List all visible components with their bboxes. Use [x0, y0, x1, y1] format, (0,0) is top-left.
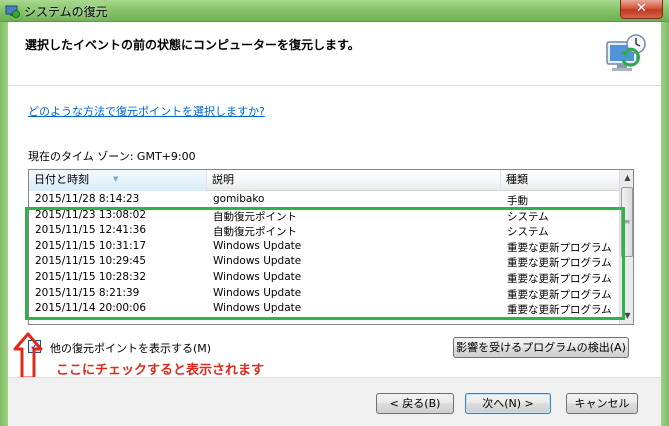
- restore-computer-icon: [606, 34, 646, 71]
- cancel-button[interactable]: キャンセル: [566, 393, 638, 414]
- row-type: 重要な更新プログラム: [507, 257, 612, 270]
- row-type: 重要な更新プログラム: [507, 241, 612, 254]
- window-frame-right: [661, 22, 669, 426]
- row-description: Windows Update: [213, 255, 302, 268]
- show-more-checkbox-label[interactable]: 他の復元ポイントを表示する(M): [50, 340, 211, 356]
- wizard-header: 選択したイベントの前の状態にコンピューターを復元します。: [8, 22, 661, 86]
- row-date: 2015/11/14 20:00:06: [35, 302, 147, 315]
- row-type: 手動: [507, 195, 528, 207]
- next-button[interactable]: 次へ(N) >: [465, 393, 551, 414]
- column-header-description[interactable]: 説明: [207, 170, 501, 191]
- row-date: 2015/11/15 12:41:36: [35, 224, 147, 237]
- column-header-date[interactable]: ▼ 日付と時刻: [29, 170, 207, 191]
- row-type: 重要な更新プログラム: [507, 288, 612, 301]
- detect-affected-programs-button[interactable]: 影響を受けるプログラムの検出(A): [453, 337, 629, 358]
- list-row[interactable]: 2015/11/23 13:08:02 自動復元ポイント システム: [29, 208, 619, 224]
- list-row[interactable]: 2015/11/14 20:00:06 Windows Update 重要な更新…: [29, 301, 619, 317]
- row-type: 重要な更新プログラム: [507, 272, 612, 285]
- annotation-text: ここにチェックすると表示されます: [56, 363, 265, 378]
- timezone-label: 現在のタイム ゾーン: GMT+9:00: [28, 150, 196, 163]
- red-up-arrow-icon: [13, 332, 43, 380]
- wizard-content: どのような方法で復元ポイントを選択しますか? 現在のタイム ゾーン: GMT+9…: [8, 87, 661, 380]
- list-row[interactable]: 2015/11/15 10:29:45 Windows Update 重要な更新…: [29, 254, 619, 270]
- row-description: gomibako: [213, 193, 265, 205]
- window-frame-left: [0, 22, 8, 426]
- scrollbar-thumb[interactable]: ≡: [621, 187, 633, 257]
- row-description: 自動復元ポイント: [213, 210, 297, 223]
- row-type: システム: [507, 210, 549, 223]
- vertical-scrollbar[interactable]: ▲ ≡ ▼: [619, 170, 633, 324]
- list-row[interactable]: 2015/11/28 8:14:23 gomibako 手動: [29, 192, 619, 208]
- row-date: 2015/11/15 10:31:17: [35, 239, 147, 252]
- close-button[interactable]: ✕: [620, 0, 663, 19]
- row-date: 2015/11/15 8:21:39: [35, 286, 140, 299]
- sort-arrow-icon: ▼: [113, 175, 119, 183]
- restore-point-list[interactable]: ▼ 日付と時刻 説明 種類 2015/11/28 8:14:23 gomibak…: [28, 169, 634, 325]
- list-row[interactable]: 2015/11/15 10:31:17 Windows Update 重要な更新…: [29, 239, 619, 255]
- row-date: 2015/11/15 10:29:45: [35, 255, 147, 268]
- row-description: Windows Update: [213, 286, 302, 299]
- row-date: 2015/11/28 8:14:23: [35, 193, 140, 205]
- back-button[interactable]: < 戻る(B): [376, 393, 454, 414]
- scroll-up-icon[interactable]: ▲: [620, 170, 633, 186]
- system-restore-icon: [5, 5, 20, 18]
- window-title: システムの復元: [24, 5, 108, 19]
- list-header: ▼ 日付と時刻 説明 種類: [29, 170, 619, 191]
- list-row[interactable]: 2015/11/15 8:21:39 Windows Update 重要な更新プ…: [29, 286, 619, 302]
- row-date: 2015/11/23 13:08:02: [35, 208, 147, 221]
- row-type: 重要な更新プログラム: [507, 304, 612, 317]
- title-bar[interactable]: システムの復元 ✕: [0, 0, 669, 22]
- row-type: システム: [507, 226, 549, 239]
- wizard-footer: < 戻る(B) 次へ(N) > キャンセル: [8, 377, 661, 426]
- help-link[interactable]: どのような方法で復元ポイントを選択しますか?: [28, 103, 265, 119]
- row-description: Windows Update: [213, 239, 302, 252]
- row-description: 自動復元ポイント: [213, 226, 297, 239]
- column-header-type[interactable]: 種類: [501, 170, 619, 191]
- list-rows: 2015/11/28 8:14:23 gomibako 手動 2015/11/2…: [29, 192, 619, 317]
- scroll-down-icon[interactable]: ▼: [620, 308, 633, 324]
- list-row[interactable]: 2015/11/15 12:41:36 自動復元ポイント システム: [29, 223, 619, 239]
- row-date: 2015/11/15 10:28:32: [35, 270, 147, 283]
- list-row[interactable]: 2015/11/15 10:28:32 Windows Update 重要な更新…: [29, 270, 619, 286]
- row-description: Windows Update: [213, 302, 302, 315]
- row-description: Windows Update: [213, 270, 302, 283]
- wizard-heading: 選択したイベントの前の状態にコンピューターを復元します。: [25, 38, 360, 52]
